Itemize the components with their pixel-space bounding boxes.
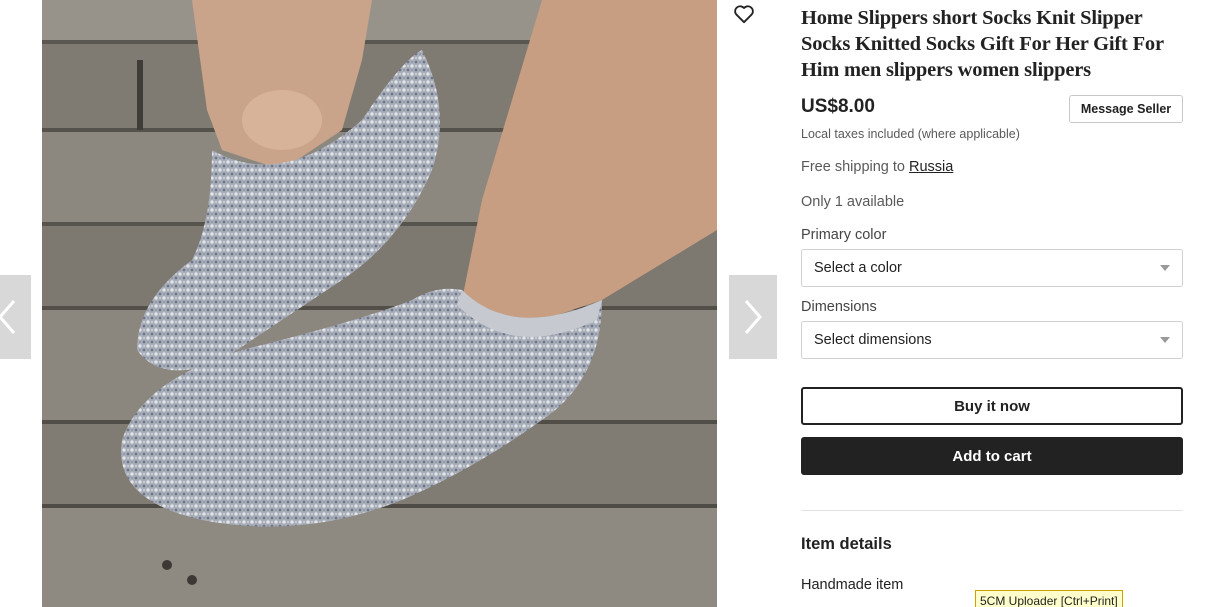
buy-it-now-button[interactable]: Buy it now — [801, 387, 1183, 425]
favorite-button[interactable] — [731, 2, 757, 26]
chevron-right-icon — [744, 300, 762, 334]
item-details-heading: Item details — [801, 535, 892, 553]
add-to-cart-button[interactable]: Add to cart — [801, 437, 1183, 475]
divider — [801, 510, 1183, 511]
listing-title: Home Slippers short Socks Knit Slipper S… — [801, 7, 1164, 81]
message-seller-button[interactable]: Message Seller — [1069, 95, 1183, 123]
tax-note: Local taxes included (where applicable) — [801, 127, 1020, 141]
caret-down-icon — [1160, 265, 1170, 271]
dimensions-select[interactable]: Select dimensions — [801, 321, 1183, 359]
dimensions-label: Dimensions — [801, 299, 877, 315]
previous-image-button[interactable] — [0, 275, 31, 359]
dimensions-value: Select dimensions — [814, 332, 932, 348]
chevron-left-icon — [0, 300, 16, 334]
handmade-item-label: Handmade item — [801, 577, 904, 593]
price: US$8.00 — [801, 96, 875, 117]
product-image — [42, 0, 717, 607]
caret-down-icon — [1160, 337, 1170, 343]
availability: Only 1 available — [801, 194, 905, 210]
shipping-country-link[interactable]: Russia — [909, 159, 953, 175]
shipping-info: Free shipping to Russia — [801, 159, 953, 175]
primary-color-value: Select a color — [814, 260, 902, 276]
uploader-tooltip: 5CM Uploader [Ctrl+Print] — [975, 590, 1123, 607]
primary-color-label: Primary color — [801, 227, 887, 243]
next-image-button[interactable] — [729, 275, 777, 359]
product-image-illustration — [42, 0, 717, 607]
heart-outline-icon — [734, 5, 754, 24]
shipping-prefix: Free shipping to — [801, 159, 910, 175]
primary-color-select[interactable]: Select a color — [801, 249, 1183, 287]
